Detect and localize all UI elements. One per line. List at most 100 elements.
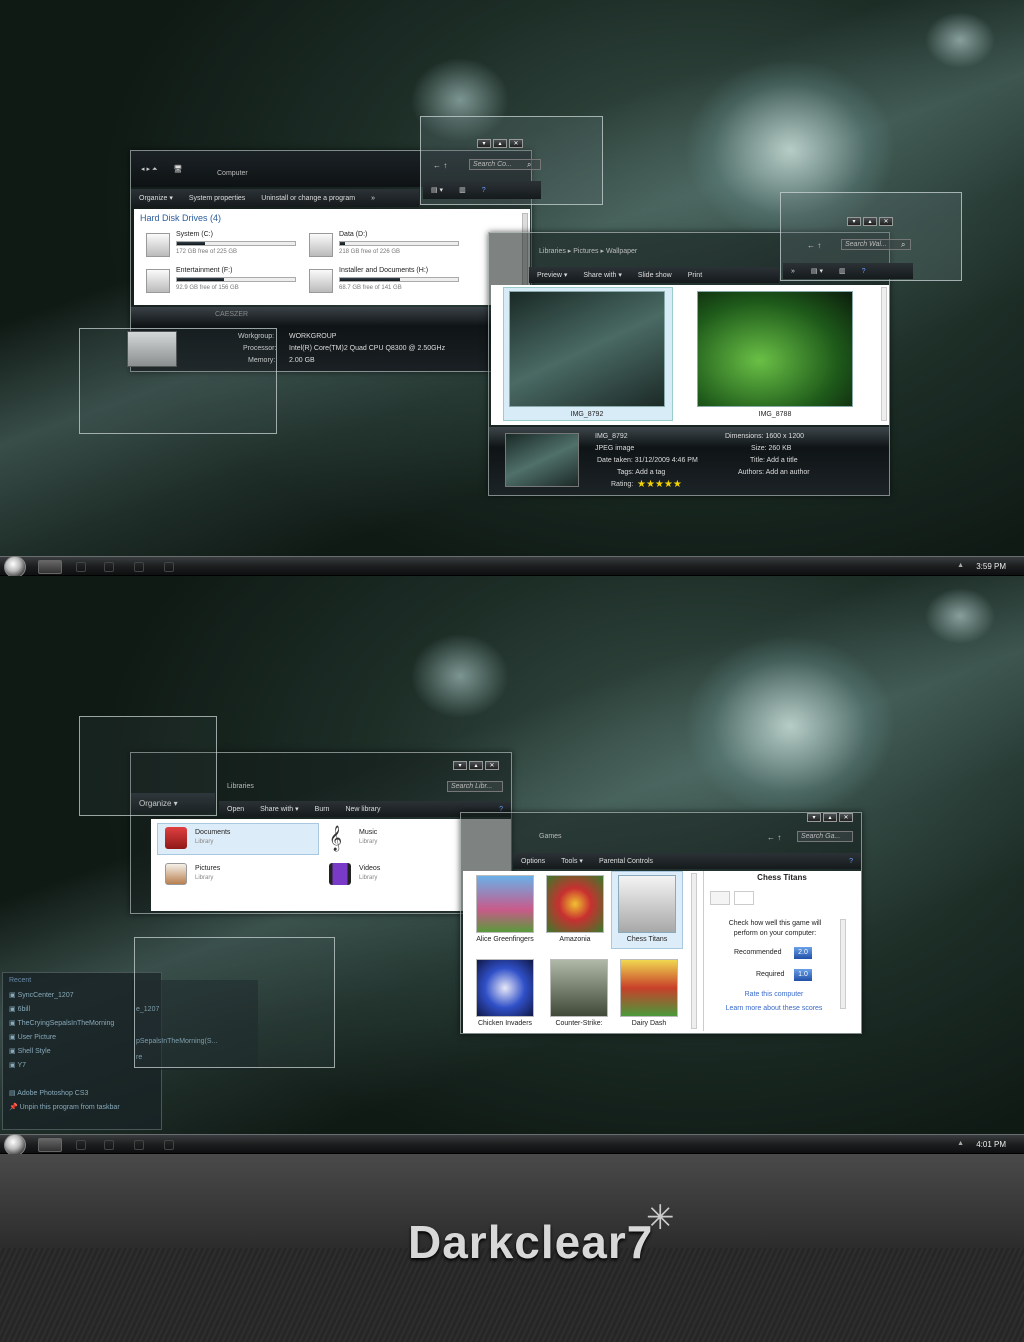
taskbar-explorer-button[interactable] — [38, 560, 62, 574]
help-icon[interactable]: ? — [849, 858, 853, 865]
library-music[interactable]: 𝄞 Music Library — [321, 823, 461, 853]
tray-arrow-icon[interactable]: ▲ — [957, 562, 964, 569]
preview-pane-icon[interactable]: ▥ — [459, 186, 466, 194]
learn-link[interactable]: Learn more about these scores — [704, 1005, 844, 1012]
quicklaunch-icon[interactable] — [134, 562, 144, 572]
close-icon[interactable]: ✕ — [509, 139, 523, 148]
drive-d[interactable]: Data (D:) 218 GB free of 226 GB — [309, 231, 459, 263]
minimize-icon[interactable]: ▾ — [453, 761, 467, 770]
minimize-icon[interactable]: ▾ — [477, 139, 491, 148]
share-with-button[interactable]: Share with ▾ — [583, 271, 622, 279]
drive-f[interactable]: Entertainment (F:) 92.9 GB free of 156 G… — [146, 267, 296, 299]
search-input[interactable]: Search Libr... — [447, 781, 503, 792]
nav-back-icon[interactable]: ← ↑ — [807, 241, 821, 250]
system-properties-button[interactable]: System properties — [189, 195, 245, 202]
jumplist-app[interactable]: ▤ Adobe Photoshop CS3 — [9, 1089, 88, 1097]
jumplist-item[interactable]: ▣ Y7 — [9, 1061, 26, 1069]
burn-button[interactable]: Burn — [315, 806, 330, 813]
quicklaunch-icon[interactable] — [134, 1140, 144, 1150]
uninstall-button[interactable]: Uninstall or change a program — [261, 195, 355, 202]
game-dairy-dash[interactable]: Dairy Dash — [619, 959, 679, 1028]
close-icon[interactable]: ✕ — [839, 813, 853, 822]
views-icon[interactable]: ▤ ▾ — [431, 186, 443, 194]
games-window[interactable]: Games ▾ ▴ ✕ ← ↑ Search Ga... Options Tools… — [460, 812, 862, 1034]
taskbar-explorer-button[interactable] — [38, 1138, 62, 1152]
nav-back-icon[interactable]: ← ↑ — [433, 161, 447, 170]
library-videos[interactable]: Videos Library — [321, 859, 461, 889]
image-thumbnail[interactable] — [697, 291, 853, 407]
tray-arrow-icon[interactable]: ▲ — [957, 1140, 964, 1147]
game-amazonia[interactable]: Amazonia — [545, 875, 605, 944]
game-chess-titans[interactable]: Chess Titans — [617, 875, 677, 944]
drive-h[interactable]: Installer and Documents (H:) 68.7 GB fre… — [309, 267, 459, 299]
maximize-icon[interactable]: ▴ — [863, 217, 877, 226]
help-icon[interactable]: ? — [862, 268, 866, 275]
parental-controls-button[interactable]: Parental Controls — [599, 858, 653, 865]
close-icon[interactable]: ✕ — [485, 761, 499, 770]
scrollbar[interactable] — [881, 287, 887, 421]
maximize-icon[interactable]: ▴ — [823, 813, 837, 822]
slide-show-button[interactable]: Slide show — [638, 272, 672, 279]
tab-performance[interactable] — [710, 891, 730, 905]
organize-button[interactable]: Organize ▾ — [139, 194, 173, 202]
open-button[interactable]: Open — [227, 806, 244, 813]
quicklaunch-icon[interactable] — [104, 562, 114, 572]
authors[interactable]: Authors: Add an author — [738, 469, 810, 476]
mini-window[interactable]: ▾ ▴ ✕ ← ↑ Search Co... ⌕ ▤ ▾ ▥? — [420, 116, 603, 205]
more-button[interactable]: » — [791, 268, 795, 275]
library-pictures[interactable]: Pictures Library — [157, 859, 297, 889]
quicklaunch-icon[interactable] — [76, 1140, 86, 1150]
mini-window[interactable]: ▾ ▴ ✕ ← ↑ Search Wal... ⌕ » ▤ ▾ ▥? — [780, 192, 962, 281]
clock[interactable]: 4:01 PM — [976, 1140, 1006, 1149]
preview-pane-icon[interactable]: ▥ — [839, 267, 846, 275]
scrollbar[interactable] — [691, 873, 697, 1029]
close-icon[interactable]: ✕ — [879, 217, 893, 226]
new-library-button[interactable]: New library — [345, 806, 380, 813]
drive-c[interactable]: System (C:) 172 GB free of 225 GB — [146, 231, 296, 263]
print-button[interactable]: Print — [688, 272, 702, 279]
options-button[interactable]: Options — [521, 858, 545, 865]
image-label[interactable]: IMG_8788 — [697, 411, 853, 418]
crumb-pictures[interactable]: Pictures — [573, 248, 598, 255]
jumplist-item[interactable]: ▣ SyncCenter_1207 — [9, 991, 74, 999]
crumb-libraries[interactable]: Libraries — [539, 248, 566, 255]
tools-button[interactable]: Tools ▾ — [561, 857, 583, 865]
share-with-button[interactable]: Share with ▾ — [260, 805, 299, 813]
jumplist-item[interactable]: ▣ 6bill — [9, 1005, 30, 1013]
jumplist-item[interactable]: ▣ TheCryingSepalsInTheMorning — [9, 1019, 114, 1027]
game-counter-strike[interactable]: Counter-Strike: — [549, 959, 609, 1028]
image-label[interactable]: IMG_8792 — [509, 411, 665, 418]
quicklaunch-icon[interactable] — [164, 562, 174, 572]
views-icon[interactable]: ▤ ▾ — [811, 267, 823, 275]
more-button[interactable]: » — [371, 195, 375, 202]
quicklaunch-icon[interactable] — [164, 1140, 174, 1150]
scrollbar[interactable] — [840, 919, 846, 1009]
image-thumbnail[interactable] — [509, 291, 665, 407]
jumplist-unpin[interactable]: 📌 Unpin this program from taskbar — [9, 1103, 120, 1111]
title[interactable]: Title: Add a title — [750, 457, 798, 464]
tab-info[interactable] — [734, 891, 754, 905]
quicklaunch-icon[interactable] — [76, 562, 86, 572]
quicklaunch-icon[interactable] — [104, 1140, 114, 1150]
help-icon[interactable]: ? — [482, 187, 486, 194]
game-alice[interactable]: Alice Greenfingers — [475, 875, 535, 944]
tags[interactable]: Tags: Add a tag — [617, 469, 665, 476]
jumplist-item[interactable]: ▣ User Picture — [9, 1033, 56, 1041]
rate-link[interactable]: Rate this computer — [704, 991, 844, 998]
game-chicken-invaders[interactable]: Chicken Invaders — [475, 959, 535, 1028]
search-input[interactable]: Search Ga... — [797, 831, 853, 842]
preview-button[interactable]: Preview ▾ — [537, 271, 567, 279]
start-orb-icon[interactable] — [4, 556, 26, 578]
rating-stars[interactable]: ★★★★★ — [637, 479, 682, 490]
minimize-icon[interactable]: ▾ — [807, 813, 821, 822]
minimize-icon[interactable]: ▾ — [847, 217, 861, 226]
maximize-icon[interactable]: ▴ — [469, 761, 483, 770]
library-documents[interactable]: Documents Library — [157, 823, 297, 853]
start-orb-icon[interactable] — [4, 1134, 26, 1156]
group-header[interactable]: Hard Disk Drives (4) — [140, 213, 221, 223]
search-icon[interactable]: ⌕ — [901, 240, 905, 250]
breadcrumb[interactable]: Games — [539, 833, 562, 840]
clock[interactable]: 3:59 PM — [976, 562, 1006, 571]
nav-back-icon[interactable]: ◂ ▸ ⏶ — [141, 165, 158, 174]
jumplist-item[interactable]: ▣ Shell Style — [9, 1047, 51, 1055]
